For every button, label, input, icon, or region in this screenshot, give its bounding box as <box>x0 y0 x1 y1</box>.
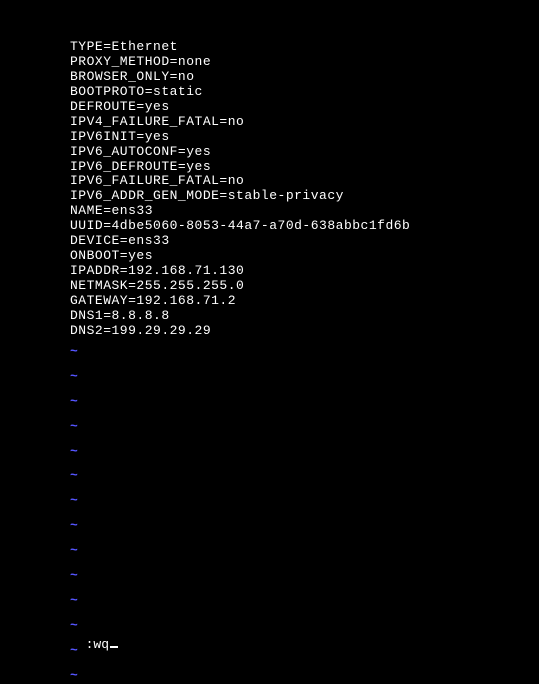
empty-line-marker: ~ <box>70 644 539 659</box>
empty-line-marker: ~ <box>70 345 539 360</box>
config-line: IPV6INIT=yes <box>70 130 539 145</box>
empty-line-marker: ~ <box>70 469 539 484</box>
empty-line-marker: ~ <box>70 395 539 410</box>
empty-line-marker: ~ <box>70 669 539 684</box>
editor-content[interactable]: TYPE=Ethernet PROXY_METHOD=none BROWSER_… <box>70 40 539 684</box>
config-line: BROWSER_ONLY=no <box>70 70 539 85</box>
cursor-icon <box>110 646 118 648</box>
config-line: IPV6_ADDR_GEN_MODE=stable-privacy <box>70 189 539 204</box>
config-line: IPV6_AUTOCONF=yes <box>70 145 539 160</box>
empty-line-marker: ~ <box>70 544 539 559</box>
config-line: TYPE=Ethernet <box>70 40 539 55</box>
config-line: ONBOOT=yes <box>70 249 539 264</box>
config-line: IPV6_FAILURE_FATAL=no <box>70 174 539 189</box>
config-line: IPADDR=192.168.71.130 <box>70 264 539 279</box>
config-line: DNS1=8.8.8.8 <box>70 309 539 324</box>
config-line: DNS2=199.29.29.29 <box>70 324 539 339</box>
config-line: DEVICE=ens33 <box>70 234 539 249</box>
config-line: BOOTPROTO=static <box>70 85 539 100</box>
config-line: NETMASK=255.255.255.0 <box>70 279 539 294</box>
config-line: UUID=4dbe5060-8053-44a7-a70d-638abbc1fd6… <box>70 219 539 234</box>
empty-line-marker: ~ <box>70 494 539 509</box>
config-line: IPV6_DEFROUTE=yes <box>70 160 539 175</box>
config-line: DEFROUTE=yes <box>70 100 539 115</box>
vi-command-line[interactable]: :wq <box>70 623 118 653</box>
empty-line-marker: ~ <box>70 519 539 534</box>
empty-line-marker: ~ <box>70 594 539 609</box>
empty-line-marker: ~ <box>70 370 539 385</box>
config-line: GATEWAY=192.168.71.2 <box>70 294 539 309</box>
command-text: :wq <box>86 637 109 652</box>
empty-line-marker: ~ <box>70 445 539 460</box>
config-line: NAME=ens33 <box>70 204 539 219</box>
empty-line-marker: ~ <box>70 569 539 584</box>
empty-line-marker: ~ <box>70 420 539 435</box>
empty-line-marker: ~ <box>70 619 539 634</box>
config-line: IPV4_FAILURE_FATAL=no <box>70 115 539 130</box>
config-line: PROXY_METHOD=none <box>70 55 539 70</box>
